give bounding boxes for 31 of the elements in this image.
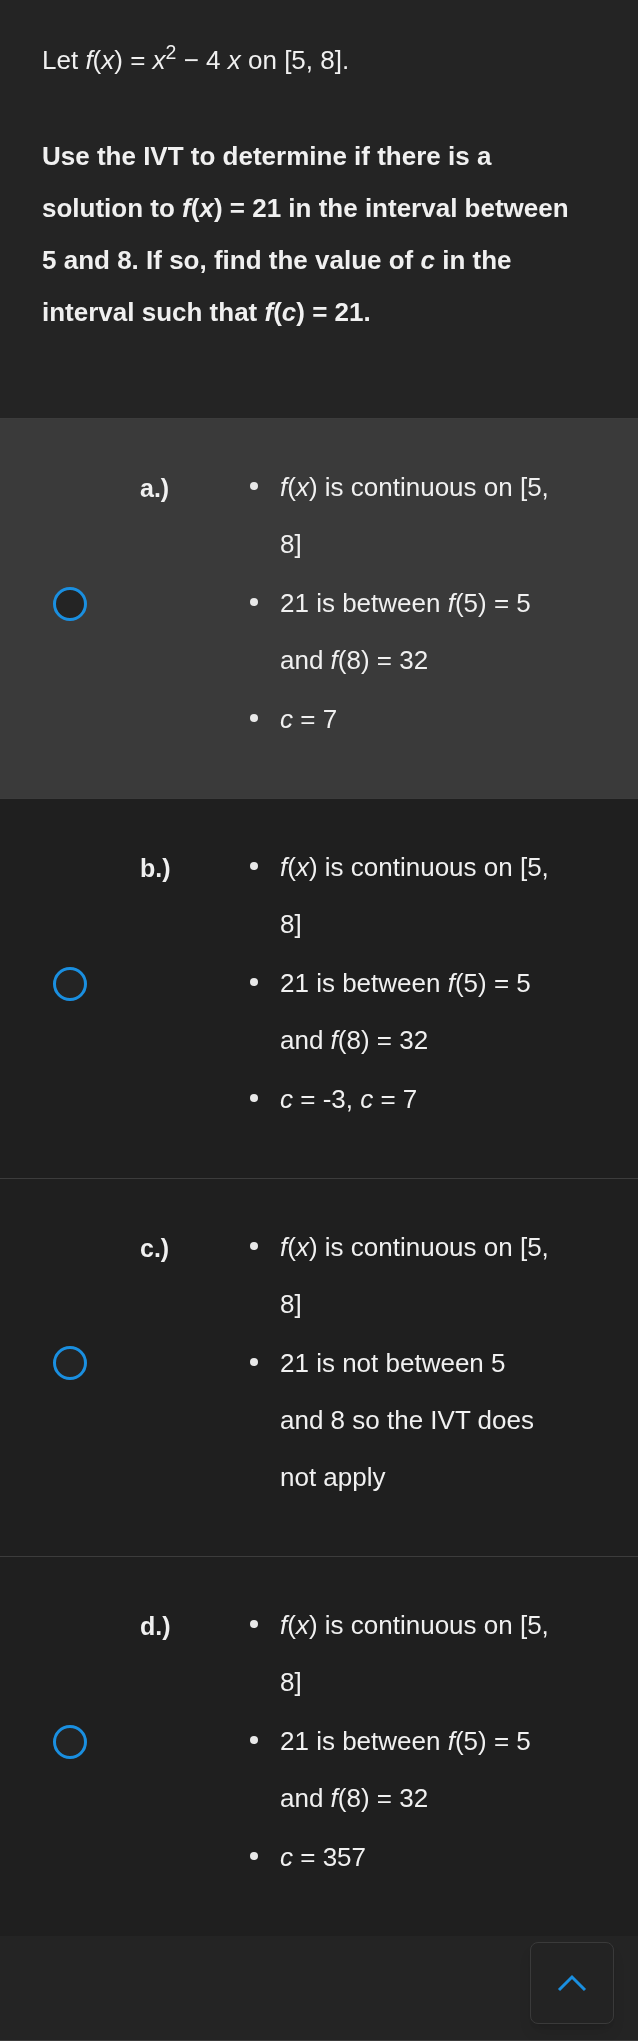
radio-button[interactable]: [53, 1724, 87, 1759]
answer-point: c = 7: [280, 703, 339, 736]
answer-option[interactable]: c.) f(x) is continuous on [5, 8] 21 is not between 5 and 8 so the IVT does not apply: [0, 1178, 638, 1556]
chevron-up-icon: [557, 1974, 587, 1992]
bullet-icon: [250, 1620, 258, 1628]
answer-option[interactable]: a.) f(x) is continuous on [5, 8] 21 is between f(5) = 5 and f(8) = 32 c = 7: [0, 418, 638, 798]
bullet-icon: [250, 1358, 258, 1366]
problem-statement: Let f(x) = x$^{2}$ − 4 x on [5, 8].: [42, 40, 351, 77]
answer-point: 21 is not between 5 and 8 so the IVT does not apply: [280, 1347, 535, 1494]
radio-button[interactable]: [53, 966, 87, 1001]
option-label: a.): [140, 474, 170, 502]
bullet-icon: [250, 714, 258, 722]
option-label: d.): [140, 1612, 171, 1640]
bullet-icon: [250, 862, 258, 870]
radio-button[interactable]: [53, 586, 87, 621]
bullet-icon: [250, 978, 258, 986]
answer-point: f(x) is continuous on [5, 8]: [280, 1231, 550, 1321]
option-label: b.): [140, 854, 171, 882]
answer-point: c = -3, c = 7: [280, 1083, 419, 1116]
answer-option[interactable]: d.) f(x) is continuous on [5, 8] 21 is between f(5) = 5 and f(8) = 32 c = 357: [0, 1556, 638, 1936]
bullet-icon: [250, 482, 258, 490]
radio-button[interactable]: [53, 1345, 87, 1380]
bullet-icon: [250, 1736, 258, 1744]
option-label: c.): [140, 1234, 170, 1262]
bullet-icon: [250, 1852, 258, 1860]
bullet-icon: [250, 1242, 258, 1250]
answer-option[interactable]: b.) f(x) is continuous on [5, 8] 21 is between f(5) = 5 and f(8) = 32 c = -3, c = 7: [0, 798, 638, 1178]
bullet-icon: [250, 1094, 258, 1102]
answer-point: c = 357: [280, 1841, 367, 1874]
question-prompt: Use the IVT to determine if there is a solution to f(x) = 21 in the interval between 5 and 8. If so, find the value of c in the interval such that f(c) = 21.: [42, 140, 570, 329]
bullet-icon: [250, 598, 258, 606]
